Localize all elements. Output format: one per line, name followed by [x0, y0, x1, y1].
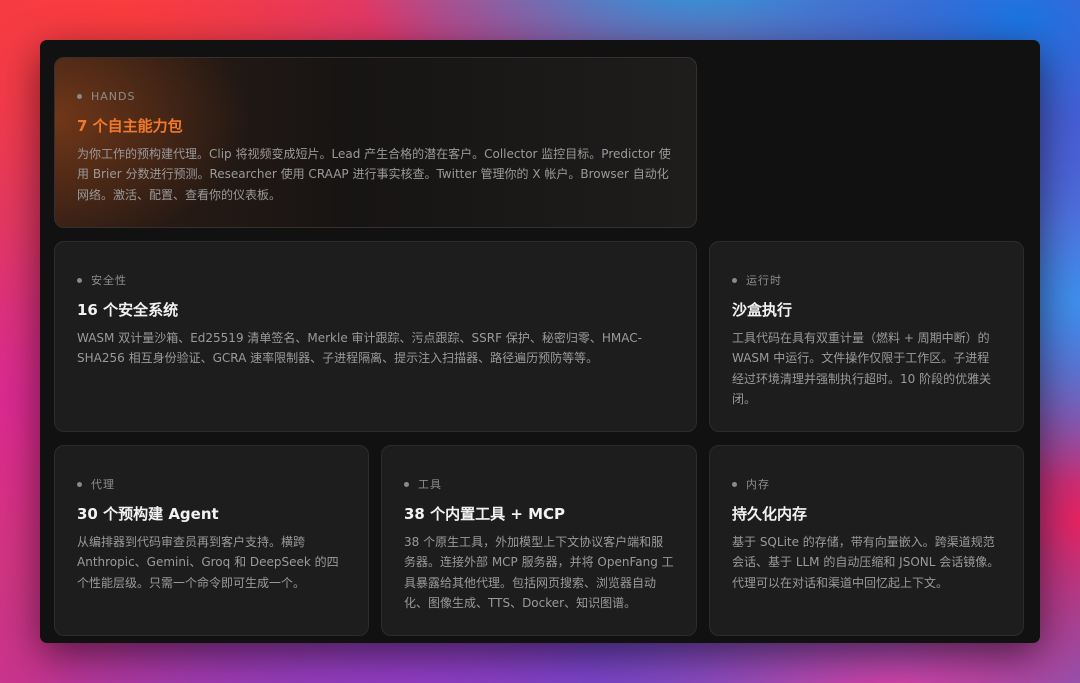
card-tag: 代理 — [77, 477, 346, 491]
card-title: 持久化内存 — [732, 505, 808, 523]
bullet-dot-icon — [404, 481, 409, 487]
card-runtime[interactable]: 运行时 沙盒执行 工具代码在具有双重计量（燃料 + 周期中断）的 WASM 中运… — [709, 241, 1024, 432]
card-description: 基于 SQLite 的存储，带有向量嵌入。跨渠道规范会话、基于 LLM 的自动压… — [732, 535, 1000, 590]
card-title: 16 个安全系统 — [77, 301, 179, 319]
card-hands[interactable]: HANDS 7 个自主能力包 为你工作的预构建代理。Clip 将视频变成短片。L… — [54, 57, 697, 228]
card-tag: 工具 — [404, 477, 674, 491]
card-description: 从编排器到代码审查员再到客户支持。横跨 Anthropic、Gemini、Gro… — [77, 535, 339, 590]
card-tag-label: 内存 — [746, 478, 770, 491]
card-title: 沙盒执行 — [732, 301, 793, 319]
app-window: HANDS 7 个自主能力包 为你工作的预构建代理。Clip 将视频变成短片。L… — [40, 40, 1040, 643]
card-tag: 内存 — [732, 477, 1001, 491]
card-security[interactable]: 安全性 16 个安全系统 WASM 双计量沙箱、Ed25519 清单签名、Mer… — [54, 241, 697, 432]
card-tag-label: HANDS — [91, 89, 136, 103]
card-tag: HANDS — [77, 89, 674, 103]
card-description: 38 个原生工具，外加模型上下文协议客户端和服务器。连接外部 MCP 服务器，并… — [404, 535, 674, 610]
card-title: 38 个内置工具 + MCP — [404, 505, 566, 523]
card-description: 工具代码在具有双重计量（燃料 + 周期中断）的 WASM 中运行。文件操作仅限于… — [732, 331, 992, 406]
card-memory[interactable]: 内存 持久化内存 基于 SQLite 的存储，带有向量嵌入。跨渠道规范会话、基于… — [709, 445, 1024, 636]
card-tag-label: 安全性 — [91, 274, 127, 287]
card-description: WASM 双计量沙箱、Ed25519 清单签名、Merkle 审计跟踪、污点跟踪… — [77, 331, 642, 366]
card-tag: 运行时 — [732, 273, 1001, 287]
card-title: 30 个预构建 Agent — [77, 505, 219, 523]
card-tag-label: 工具 — [418, 478, 442, 491]
card-tag: 安全性 — [77, 273, 674, 287]
card-description: 为你工作的预构建代理。Clip 将视频变成短片。Lead 产生合格的潜在客户。C… — [77, 147, 671, 202]
card-tag-label: 运行时 — [746, 274, 782, 287]
card-tools[interactable]: 工具 38 个内置工具 + MCP 38 个原生工具，外加模型上下文协议客户端和… — [381, 445, 697, 636]
bullet-dot-icon — [732, 481, 737, 487]
card-tag-label: 代理 — [91, 478, 115, 491]
bullet-dot-icon — [77, 481, 82, 487]
bullet-dot-icon — [732, 277, 737, 283]
bullet-dot-icon — [77, 277, 82, 283]
bullet-dot-icon — [77, 93, 82, 99]
card-title: 7 个自主能力包 — [77, 117, 183, 135]
card-agents[interactable]: 代理 30 个预构建 Agent 从编排器到代码审查员再到客户支持。横跨 Ant… — [54, 445, 369, 636]
